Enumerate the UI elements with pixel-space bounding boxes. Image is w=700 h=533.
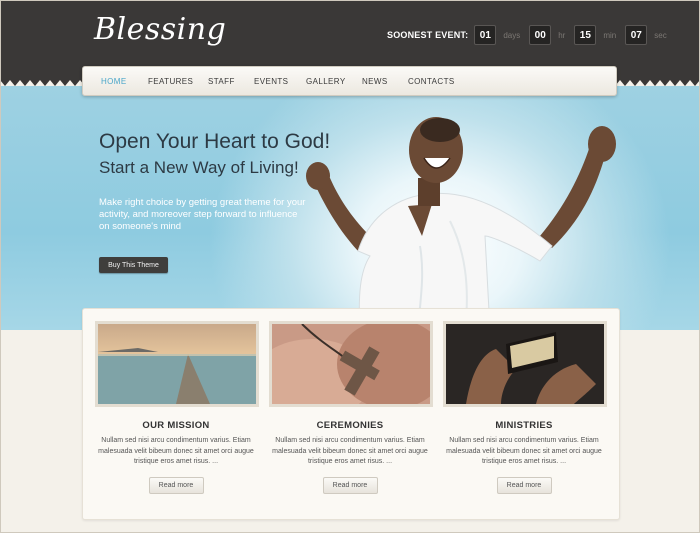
countdown-minutes-value: 15 — [574, 25, 597, 45]
hero-subtitle: Start a New Way of Living! — [99, 158, 299, 177]
feature-column-ceremonies: CEREMONIES Nullam sed nisi arcu condimen… — [269, 321, 433, 494]
countdown-seconds-unit: sec — [654, 30, 667, 40]
nav-item-features[interactable]: FEATURES — [148, 77, 208, 86]
hero-title: Open Your Heart to God! — [99, 130, 331, 153]
nav-item-contacts[interactable]: CONTACTS — [408, 77, 455, 86]
ceremonies-title: CEREMONIES — [316, 420, 384, 431]
countdown-minutes-unit: min — [603, 30, 617, 40]
ceremonies-read-more-button[interactable]: Read more — [322, 476, 378, 494]
nav-item-gallery[interactable]: GALLERY — [306, 77, 362, 86]
event-countdown: SOONEST EVENT: 01 days 00 hr 15 min 07 s… — [387, 25, 672, 45]
pier-sunset-image[interactable] — [95, 321, 259, 407]
feature-column-ministries: MINISTRIES Nullam sed nisi arcu condimen… — [443, 321, 607, 494]
mission-read-more-button[interactable]: Read more — [148, 476, 204, 494]
buy-theme-button[interactable]: Buy This Theme — [99, 257, 168, 273]
nav-item-news[interactable]: NEWS — [362, 77, 408, 86]
mission-title: OUR MISSION — [142, 420, 210, 431]
cross-in-hands-image[interactable] — [269, 321, 433, 407]
hero-description: Make right choice by getting great theme… — [99, 197, 306, 232]
bible-reading-image[interactable] — [443, 321, 607, 407]
countdown-days-value: 01 — [474, 25, 497, 45]
nav-item-events[interactable]: EVENTS — [254, 77, 306, 86]
countdown-hours-unit: hr — [558, 30, 566, 40]
hero-person-image — [306, 117, 616, 330]
countdown-label: SOONEST EVENT: — [387, 30, 469, 40]
mission-text: Nullam sed nisi arcu condimentum varius.… — [98, 437, 254, 465]
main-navigation: HOME FEATURES STAFF EVENTS GALLERY NEWS … — [82, 66, 617, 96]
countdown-seconds-value: 07 — [625, 25, 648, 45]
ceremonies-text: Nullam sed nisi arcu condimentum varius.… — [272, 437, 428, 465]
ministries-read-more-button[interactable]: Read more — [496, 476, 552, 494]
hero-banner: Open Your Heart to God! Start a New Way … — [0, 86, 700, 330]
content-panel: OUR MISSION Nullam sed nisi arcu condime… — [82, 308, 620, 520]
nav-item-staff[interactable]: STAFF — [208, 77, 254, 86]
site-logo[interactable]: Blessing — [94, 12, 226, 47]
countdown-days-unit: days — [503, 30, 521, 40]
ministries-title: MINISTRIES — [495, 420, 553, 431]
ministries-text: Nullam sed nisi arcu condimentum varius.… — [446, 437, 602, 465]
nav-item-home[interactable]: HOME — [101, 77, 148, 86]
countdown-hours-value: 00 — [529, 25, 552, 45]
feature-column-mission: OUR MISSION Nullam sed nisi arcu condime… — [95, 321, 259, 494]
